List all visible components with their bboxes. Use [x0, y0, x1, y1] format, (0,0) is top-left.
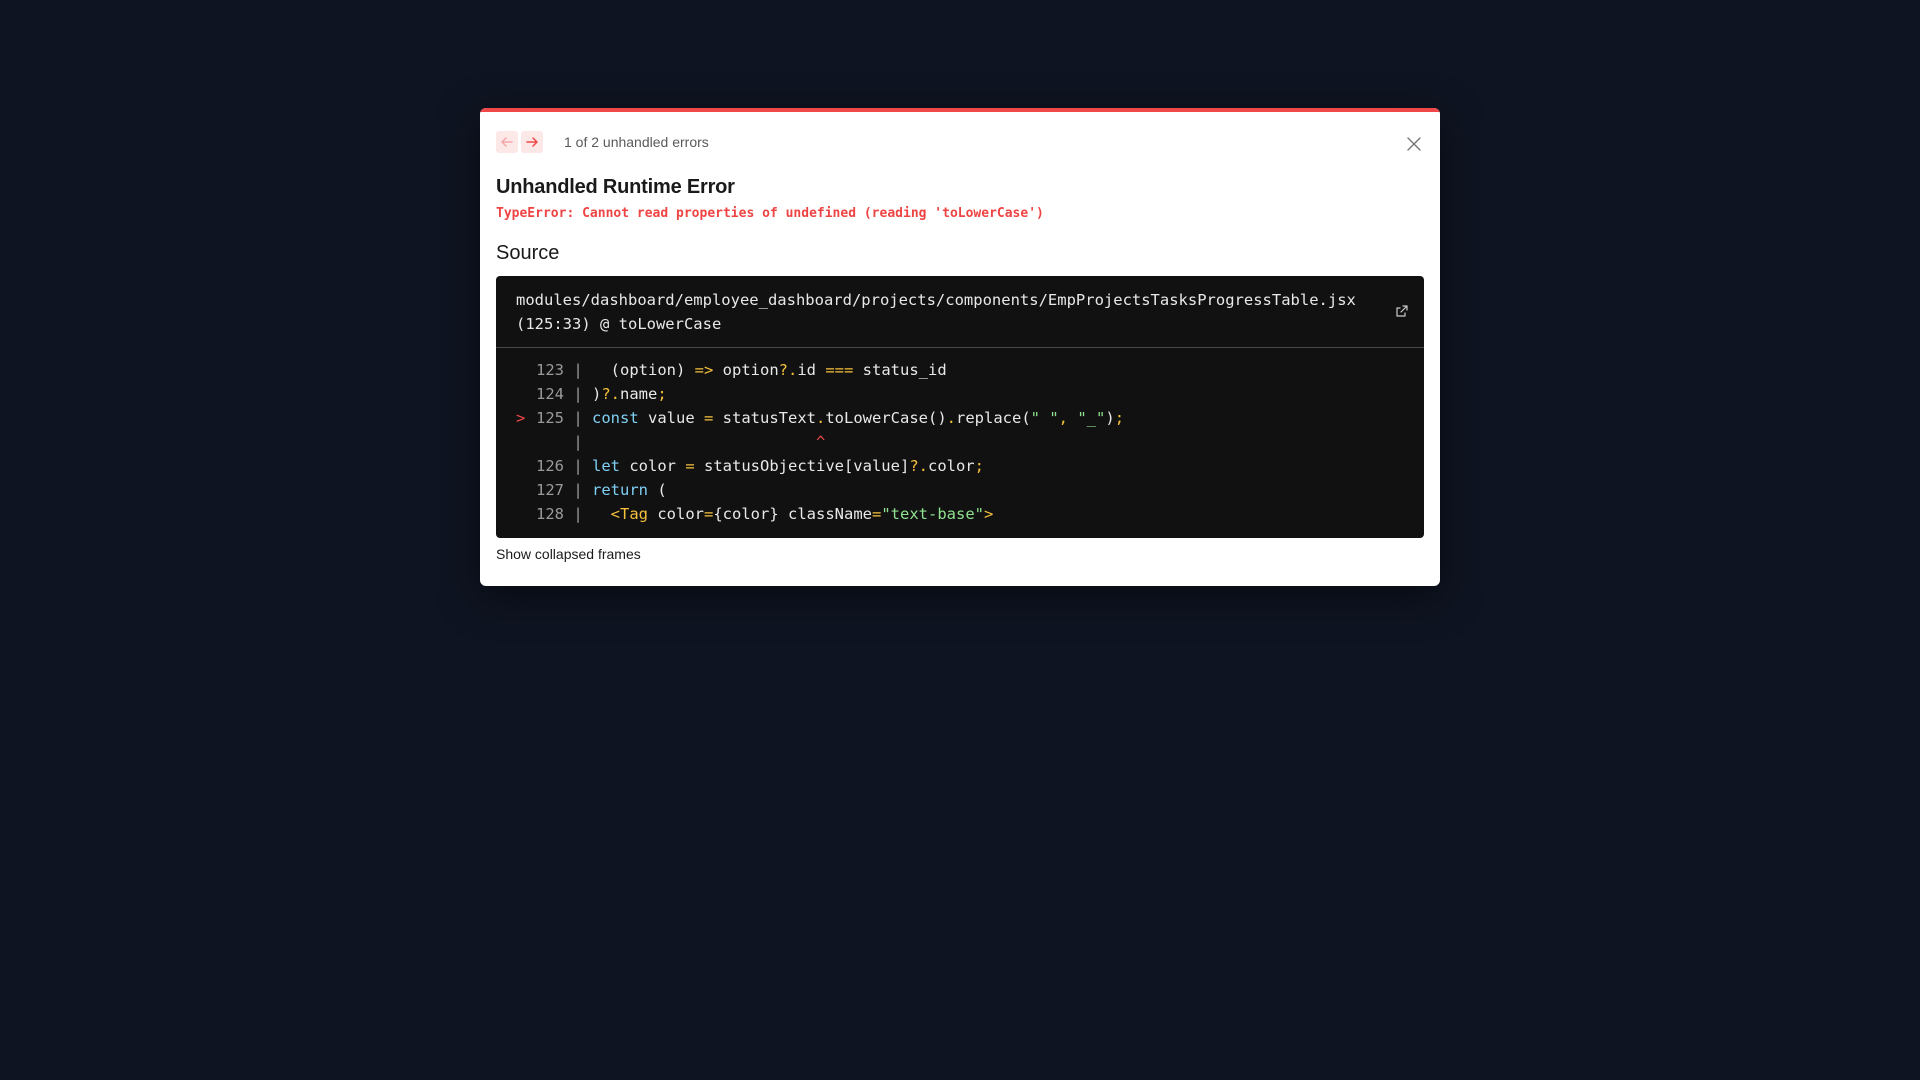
code-token: color — [927, 457, 975, 475]
error-pagination: 1 of 2 unhandled errors — [496, 130, 709, 154]
show-collapsed-frames-button[interactable]: Show collapsed frames — [496, 546, 641, 562]
close-button[interactable] — [1402, 132, 1426, 156]
code-token: return — [592, 481, 648, 499]
code-line: 128 | <Tag color={color} className="text… — [516, 502, 1424, 526]
next-error-button[interactable] — [521, 131, 543, 153]
code-token: (option) — [592, 361, 695, 379]
line-separator: | — [564, 385, 592, 403]
code-token: ?. — [601, 385, 621, 403]
code-token: <Tag — [592, 505, 648, 523]
code-line: >125 | const value = statusText.toLowerC… — [516, 406, 1424, 430]
arrow-left-icon — [501, 137, 513, 147]
line-number: 128 — [536, 505, 564, 523]
source-file-path[interactable]: modules/dashboard/employee_dashboard/pro… — [516, 288, 1404, 312]
source-heading: Source — [496, 242, 560, 264]
external-link-icon — [1396, 305, 1408, 317]
code-token: ; — [974, 457, 984, 475]
code-token: = — [704, 409, 714, 427]
code-token: . — [816, 409, 826, 427]
arrow-right-icon — [526, 137, 538, 147]
code-line: 127 | return ( — [516, 478, 1424, 502]
code-token: id — [797, 361, 826, 379]
line-number: 125 — [536, 409, 564, 427]
source-location: (125:33) @ toLowerCase — [516, 315, 722, 333]
line-number: 124 — [536, 385, 564, 403]
code-token: status_id — [853, 361, 947, 379]
code-token: statusObjective[value] — [694, 457, 910, 475]
code-token: color — [648, 505, 704, 523]
code-token: {color} className — [713, 505, 872, 523]
source-code-frame: modules/dashboard/employee_dashboard/pro… — [496, 276, 1424, 538]
code-token: ) — [592, 385, 602, 403]
code-token: "_" — [1077, 409, 1106, 427]
line-separator: | — [564, 505, 592, 523]
line-number: 123 — [536, 361, 564, 379]
code-token: ( — [648, 481, 667, 499]
error-accent-strip — [480, 108, 1440, 112]
code-token: > — [983, 505, 994, 523]
error-message: TypeError: Cannot read properties of und… — [496, 206, 1044, 221]
code-token: => — [694, 361, 714, 379]
code-token: replace( — [956, 409, 1031, 427]
code-token: option — [713, 361, 779, 379]
code-token: = — [685, 457, 695, 475]
code-token: ?. — [778, 361, 798, 379]
code-token: === — [825, 361, 854, 379]
code-line: 126 | let color = statusObjective[value]… — [516, 454, 1424, 478]
line-separator: | — [564, 433, 592, 451]
line-number: 127 — [536, 481, 564, 499]
error-line-marker: > — [516, 409, 526, 427]
code-token: , — [1058, 409, 1078, 427]
close-icon — [1407, 137, 1421, 151]
open-in-editor-button[interactable] — [1394, 304, 1410, 320]
code-token: = — [704, 505, 714, 523]
error-dialog: 1 of 2 unhandled errors Unhandled Runtim… — [480, 108, 1440, 586]
line-separator: | — [564, 457, 592, 475]
code-token: "text-base" — [881, 505, 984, 523]
code-token: let — [592, 457, 620, 475]
code-token: " " — [1030, 409, 1059, 427]
code-token: ^ — [592, 433, 826, 451]
code-token: value — [638, 409, 704, 427]
source-code-lines: 123 | (option) => option?.id === status_… — [496, 348, 1424, 526]
line-separator: | — [564, 361, 592, 379]
code-token: = — [871, 505, 882, 523]
line-separator: | — [564, 409, 592, 427]
source-file-header: modules/dashboard/employee_dashboard/pro… — [496, 276, 1424, 348]
code-line: 124 | )?.name; — [516, 382, 1424, 406]
error-title: Unhandled Runtime Error — [496, 176, 735, 198]
line-separator: | — [564, 481, 592, 499]
prev-error-button[interactable] — [496, 131, 518, 153]
code-token: const — [592, 409, 639, 427]
code-token: toLowerCase() — [825, 409, 947, 427]
code-token: ; — [1114, 409, 1125, 427]
code-line: | ^ — [516, 430, 1424, 454]
code-token: ?. — [909, 457, 928, 475]
code-token: name — [620, 385, 658, 403]
code-line: 123 | (option) => option?.id === status_… — [516, 358, 1424, 382]
code-token: ) — [1105, 409, 1115, 427]
line-number: 126 — [536, 457, 564, 475]
code-token: statusText — [713, 409, 816, 427]
code-token: . — [946, 409, 957, 427]
error-count-text: 1 of 2 unhandled errors — [564, 134, 709, 150]
code-token: ; — [657, 385, 667, 403]
code-token: color — [620, 457, 686, 475]
